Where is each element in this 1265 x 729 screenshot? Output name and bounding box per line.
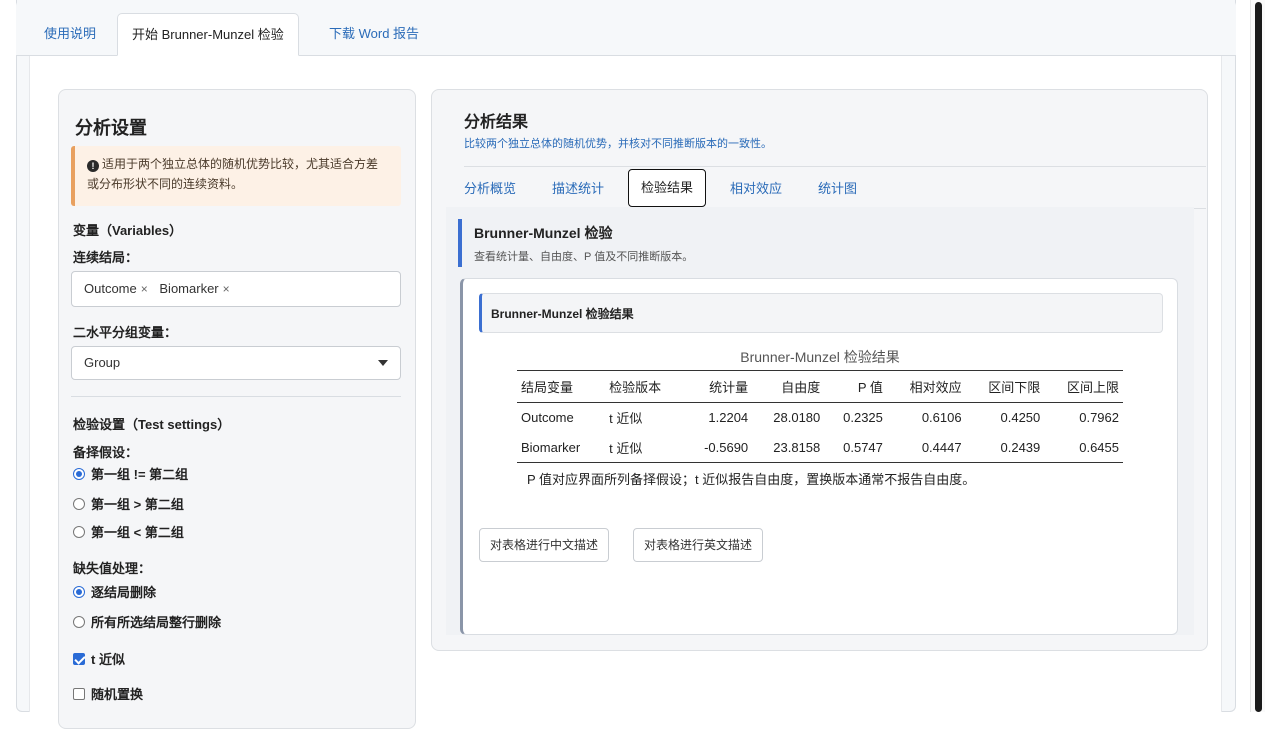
table-row: Biomarker t 近似 -0.5690 23.8158 0.5747 0.…: [517, 432, 1123, 463]
subtab-relative-effect[interactable]: 相对效应: [730, 169, 782, 209]
remove-chip-icon[interactable]: ×: [141, 282, 148, 296]
missing-option-per-outcome[interactable]: 逐结局删除: [73, 582, 156, 601]
alternative-label: 备择假设：: [73, 445, 139, 460]
divider: [464, 166, 1206, 167]
section-accent-bar: [458, 219, 462, 267]
group-select-value: Group: [84, 355, 121, 370]
section-subtitle: 查看统计量、自由度、P 值及不同推断版本。: [474, 251, 694, 263]
settings-sidebar: 分析设置 ! 适用于两个独立总体的随机优势比较，尤其适合方差或分布形状不同的连续资…: [58, 89, 416, 729]
table-caption: Brunner-Munzel 检验结果: [740, 349, 900, 365]
section-title: Brunner-Munzel 检验: [474, 225, 613, 241]
column-header: 区间下限: [965, 370, 1045, 403]
table-cell: 0.7962: [1079, 410, 1119, 426]
outcome-chip: Biomarker ×: [159, 281, 229, 296]
table-cell: 28.0180: [773, 410, 821, 426]
group-label: 二水平分组变量：: [73, 325, 178, 340]
table-cell: 0.2439: [965, 432, 1045, 463]
subtab-plots[interactable]: 统计图: [818, 169, 857, 209]
table-cell: 0.4447: [886, 432, 966, 463]
option-label: 第一组 < 第二组: [91, 525, 184, 540]
info-icon: !: [87, 160, 99, 172]
info-notice: ! 适用于两个独立总体的随机优势比较，尤其适合方差或分布形状不同的连续资料。: [71, 146, 401, 206]
table-cell: 0.6455: [1044, 432, 1123, 463]
radio[interactable]: [73, 498, 85, 510]
results-subtabs: 分析概览 描述统计 检验结果 相对效应 统计图: [464, 169, 1206, 209]
checkbox[interactable]: [73, 688, 85, 700]
column-header: P 值: [824, 370, 887, 403]
option-label: t 近似: [91, 652, 125, 667]
table-cell: 0.5747: [824, 432, 887, 463]
missing-option-listwise[interactable]: 所有所选结局整行删除: [73, 612, 221, 631]
column-header: 检验版本: [605, 370, 684, 403]
card-title: Brunner-Munzel 检验结果: [491, 307, 634, 321]
remove-chip-icon[interactable]: ×: [223, 282, 230, 296]
tab-download-report[interactable]: 下载 Word 报告: [329, 13, 419, 56]
group-select[interactable]: Group: [71, 346, 401, 380]
subtab-overview[interactable]: 分析概览: [464, 169, 516, 209]
column-header: 相对效应: [886, 370, 966, 403]
table-cell: 0.4250: [1000, 410, 1041, 426]
table-cell: t 近似: [609, 411, 643, 427]
test-settings-label: 检验设置（Test settings）: [73, 417, 231, 432]
results-subtitle: 比较两个独立总体的随机优势，并核对不同推断版本的一致性。: [464, 138, 772, 150]
outcome-chip: Outcome ×: [84, 281, 148, 296]
radio[interactable]: [73, 616, 85, 628]
table-cell: 0.6106: [921, 410, 962, 426]
radio[interactable]: [73, 526, 85, 538]
option-label: 逐结局删除: [91, 585, 157, 600]
scrollbar-thumb[interactable]: [1255, 2, 1262, 712]
tab-instructions[interactable]: 使用说明: [44, 13, 96, 56]
t-approx-checkbox[interactable]: t 近似: [73, 649, 125, 668]
tab-start-test[interactable]: 开始 Brunner-Munzel 检验: [117, 13, 299, 56]
outcome-multiselect[interactable]: Outcome × Biomarker ×: [71, 271, 401, 307]
caret-down-icon: [378, 360, 388, 366]
alt-option-two-sided[interactable]: 第一组 != 第二组: [73, 464, 188, 483]
sidebar-title: 分析设置: [75, 118, 147, 138]
checkbox-checked[interactable]: [73, 653, 85, 665]
radio-selected[interactable]: [73, 586, 85, 598]
option-label: 随机置换: [91, 687, 144, 702]
subtab-test-results[interactable]: 检验结果: [628, 169, 707, 207]
chip-label: Outcome: [84, 281, 137, 296]
describe-english-button[interactable]: 对表格进行英文描述: [633, 528, 764, 562]
table-cell: -0.5690: [683, 432, 753, 463]
table-cell: Outcome: [521, 410, 574, 426]
top-tab-bar: 使用说明 开始 Brunner-Munzel 检验 下载 Word 报告: [16, 0, 1236, 56]
permutation-checkbox[interactable]: 随机置换: [73, 684, 143, 703]
results-table: 结局变量 检验版本 统计量 自由度 P 值 相对效应 区间下限 区间上限 Out…: [517, 370, 1123, 463]
variables-label: 变量（Variables）: [73, 223, 183, 238]
scrollbar[interactable]: [1250, 0, 1265, 712]
column-header: 统计量: [683, 370, 753, 403]
alt-option-less[interactable]: 第一组 < 第二组: [73, 522, 184, 541]
table-cell: 23.8158: [752, 432, 825, 463]
radio-selected[interactable]: [73, 468, 85, 480]
table-note: P 值对应界面所列备择假设；t 近似报告自由度，置换版本通常不报告自由度。: [527, 472, 976, 487]
table-cell: t 近似: [605, 432, 684, 463]
column-header: 结局变量: [517, 370, 606, 403]
option-label: 第一组 > 第二组: [91, 497, 184, 512]
missing-label: 缺失值处理：: [73, 561, 152, 576]
table-row: Outcome t 近似 1.2204 28.0180 0.2325 0.610…: [517, 403, 1123, 433]
table-header-row: 结局变量 检验版本 统计量 自由度 P 值 相对效应 区间下限 区间上限: [517, 370, 1123, 403]
option-label: 所有所选结局整行删除: [91, 615, 222, 630]
table-cell: 0.2325: [843, 410, 883, 426]
table-cell: Biomarker: [517, 432, 606, 463]
chip-label: Biomarker: [159, 281, 219, 296]
results-title: 分析结果: [464, 114, 529, 131]
alt-option-greater[interactable]: 第一组 > 第二组: [73, 494, 184, 513]
table-cell: 1.2204: [708, 410, 749, 426]
subtab-descriptives[interactable]: 描述统计: [552, 169, 604, 209]
divider: [71, 396, 401, 397]
column-header: 区间上限: [1044, 370, 1123, 403]
option-label: 第一组 != 第二组: [91, 467, 189, 482]
outcome-label: 连续结局：: [73, 250, 139, 265]
notice-text: 适用于两个独立总体的随机优势比较，尤其适合方差或分布形状不同的连续资料。: [87, 157, 379, 191]
column-header: 自由度: [752, 370, 825, 403]
describe-chinese-button[interactable]: 对表格进行中文描述: [479, 528, 610, 562]
